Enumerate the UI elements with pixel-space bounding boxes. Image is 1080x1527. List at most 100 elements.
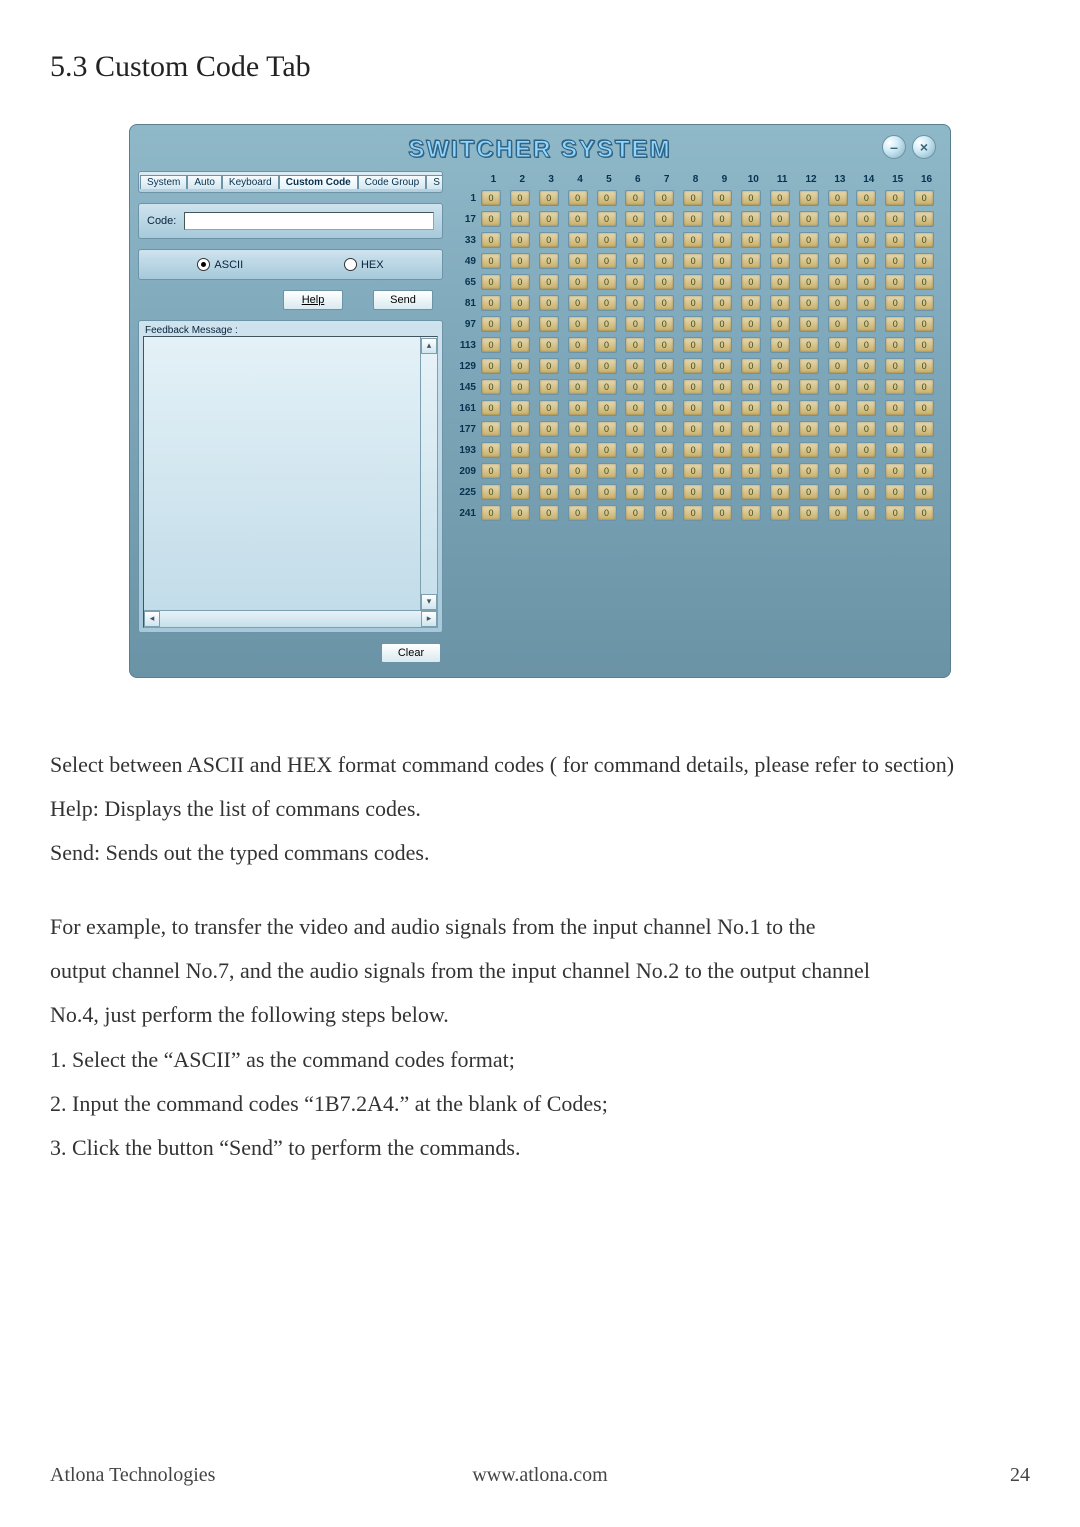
grid-cell[interactable]: 0 (741, 400, 761, 416)
grid-cell[interactable]: 0 (597, 421, 617, 437)
grid-cell[interactable]: 0 (712, 253, 732, 269)
grid-cell[interactable]: 0 (914, 211, 934, 227)
grid-cell[interactable]: 0 (683, 358, 703, 374)
grid-cell[interactable]: 0 (741, 316, 761, 332)
grid-cell[interactable]: 0 (539, 400, 559, 416)
grid-cell[interactable]: 0 (654, 337, 674, 353)
grid-cell[interactable]: 0 (885, 232, 905, 248)
grid-cell[interactable]: 0 (654, 232, 674, 248)
grid-cell[interactable]: 0 (712, 421, 732, 437)
grid-cell[interactable]: 0 (770, 463, 790, 479)
grid-cell[interactable]: 0 (770, 211, 790, 227)
grid-cell[interactable]: 0 (683, 484, 703, 500)
grid-cell[interactable]: 0 (539, 253, 559, 269)
grid-cell[interactable]: 0 (712, 400, 732, 416)
grid-cell[interactable]: 0 (799, 253, 819, 269)
grid-cell[interactable]: 0 (568, 379, 588, 395)
grid-cell[interactable]: 0 (914, 274, 934, 290)
grid-cell[interactable]: 0 (654, 274, 674, 290)
grid-cell[interactable]: 0 (597, 442, 617, 458)
grid-cell[interactable]: 0 (597, 232, 617, 248)
grid-cell[interactable]: 0 (539, 316, 559, 332)
grid-cell[interactable]: 0 (683, 316, 703, 332)
grid-cell[interactable]: 0 (799, 211, 819, 227)
grid-cell[interactable]: 0 (568, 295, 588, 311)
grid-cell[interactable]: 0 (568, 484, 588, 500)
tab-system[interactable]: System (140, 175, 187, 189)
grid-cell[interactable]: 0 (828, 190, 848, 206)
grid-cell[interactable]: 0 (770, 505, 790, 521)
grid-cell[interactable]: 0 (683, 400, 703, 416)
grid-cell[interactable]: 0 (481, 505, 501, 521)
grid-cell[interactable]: 0 (568, 211, 588, 227)
grid-cell[interactable]: 0 (683, 442, 703, 458)
grid-cell[interactable]: 0 (510, 484, 530, 500)
grid-cell[interactable]: 0 (770, 253, 790, 269)
grid-cell[interactable]: 0 (625, 295, 645, 311)
radio-ascii[interactable]: ASCII (197, 258, 243, 271)
grid-cell[interactable]: 0 (885, 274, 905, 290)
grid-cell[interactable]: 0 (481, 337, 501, 353)
grid-cell[interactable]: 0 (741, 211, 761, 227)
grid-cell[interactable]: 0 (856, 190, 876, 206)
grid-cell[interactable]: 0 (683, 463, 703, 479)
grid-cell[interactable]: 0 (799, 274, 819, 290)
grid-cell[interactable]: 0 (481, 463, 501, 479)
grid-cell[interactable]: 0 (799, 190, 819, 206)
grid-cell[interactable]: 0 (770, 316, 790, 332)
grid-cell[interactable]: 0 (654, 400, 674, 416)
grid-cell[interactable]: 0 (828, 379, 848, 395)
grid-cell[interactable]: 0 (683, 211, 703, 227)
grid-cell[interactable]: 0 (799, 358, 819, 374)
grid-cell[interactable]: 0 (712, 316, 732, 332)
grid-cell[interactable]: 0 (654, 442, 674, 458)
grid-cell[interactable]: 0 (741, 484, 761, 500)
grid-cell[interactable]: 0 (799, 505, 819, 521)
grid-cell[interactable]: 0 (741, 295, 761, 311)
grid-cell[interactable]: 0 (828, 358, 848, 374)
grid-cell[interactable]: 0 (683, 379, 703, 395)
grid-cell[interactable]: 0 (770, 400, 790, 416)
grid-cell[interactable]: 0 (741, 274, 761, 290)
grid-cell[interactable]: 0 (914, 337, 934, 353)
grid-cell[interactable]: 0 (510, 505, 530, 521)
grid-cell[interactable]: 0 (770, 232, 790, 248)
grid-cell[interactable]: 0 (712, 484, 732, 500)
grid-cell[interactable]: 0 (828, 337, 848, 353)
grid-cell[interactable]: 0 (625, 232, 645, 248)
grid-cell[interactable]: 0 (683, 274, 703, 290)
grid-cell[interactable]: 0 (510, 274, 530, 290)
grid-cell[interactable]: 0 (510, 316, 530, 332)
grid-cell[interactable]: 0 (885, 400, 905, 416)
grid-cell[interactable]: 0 (539, 421, 559, 437)
grid-cell[interactable]: 0 (625, 463, 645, 479)
grid-cell[interactable]: 0 (481, 316, 501, 332)
grid-cell[interactable]: 0 (799, 379, 819, 395)
grid-cell[interactable]: 0 (712, 358, 732, 374)
grid-cell[interactable]: 0 (828, 442, 848, 458)
grid-cell[interactable]: 0 (597, 337, 617, 353)
feedback-textarea[interactable]: ▴ ▾ ◂ ▸ (143, 336, 438, 628)
grid-cell[interactable]: 0 (914, 484, 934, 500)
grid-cell[interactable]: 0 (885, 421, 905, 437)
grid-cell[interactable]: 0 (539, 295, 559, 311)
grid-cell[interactable]: 0 (625, 505, 645, 521)
grid-cell[interactable]: 0 (654, 295, 674, 311)
grid-cell[interactable]: 0 (712, 295, 732, 311)
grid-cell[interactable]: 0 (914, 379, 934, 395)
grid-cell[interactable]: 0 (828, 400, 848, 416)
grid-cell[interactable]: 0 (770, 442, 790, 458)
grid-cell[interactable]: 0 (539, 379, 559, 395)
grid-cell[interactable]: 0 (712, 505, 732, 521)
grid-cell[interactable]: 0 (799, 421, 819, 437)
grid-cell[interactable]: 0 (510, 190, 530, 206)
grid-cell[interactable]: 0 (654, 463, 674, 479)
grid-cell[interactable]: 0 (885, 190, 905, 206)
grid-cell[interactable]: 0 (510, 400, 530, 416)
grid-cell[interactable]: 0 (828, 316, 848, 332)
grid-cell[interactable]: 0 (885, 316, 905, 332)
grid-cell[interactable]: 0 (510, 358, 530, 374)
grid-cell[interactable]: 0 (741, 358, 761, 374)
grid-cell[interactable]: 0 (683, 190, 703, 206)
grid-cell[interactable]: 0 (828, 421, 848, 437)
